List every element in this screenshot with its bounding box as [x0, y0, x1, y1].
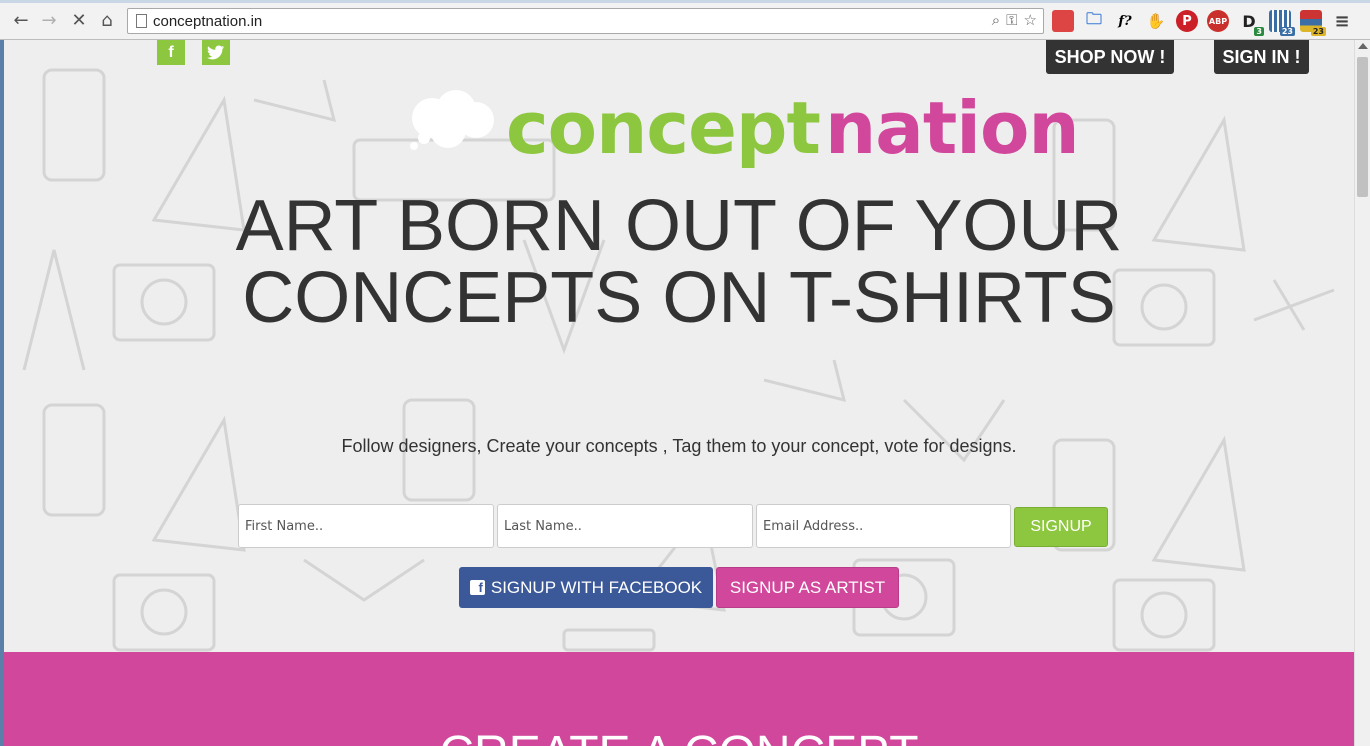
grid-badge: 23 — [1279, 27, 1295, 36]
tab-strip — [0, 0, 1370, 3]
pinterest-icon[interactable]: P — [1176, 10, 1198, 32]
d-icon[interactable]: D3 — [1238, 10, 1264, 36]
shop-now-button[interactable]: SHOP NOW ! — [1046, 40, 1174, 74]
home-icon[interactable]: ⌂ — [96, 9, 118, 31]
cloud-logo-icon — [410, 90, 494, 150]
hero-tagline: Follow designers, Create your concepts ,… — [341, 436, 1017, 456]
back-arrow-icon[interactable]: ← — [10, 9, 32, 31]
browser-toolbar: ← → ✕ ⌂ conceptnation.in ⌕ ⚿ ☆ 🗀 f? ✋ P … — [0, 0, 1370, 40]
adblock-icon[interactable]: ABP — [1207, 10, 1229, 32]
logo-word-nation: nation — [825, 86, 1080, 170]
extension-tab-icon[interactable]: 23 — [1300, 10, 1326, 36]
section-title: CREATE A CONCEPT — [4, 730, 1354, 746]
bookmarks-icon[interactable] — [1052, 10, 1074, 32]
page-scrollbar[interactable] — [1354, 40, 1370, 746]
sign-in-button[interactable]: SIGN IN ! — [1214, 40, 1309, 74]
last-name-field[interactable] — [497, 504, 753, 548]
extension-grid-icon[interactable]: 23 — [1269, 10, 1295, 36]
facebook-signup-label: SIGNUP WITH FACEBOOK — [490, 577, 703, 597]
hero-headline: ART BORN OUT OF YOUR CONCEPTS ON T-SHIRT… — [235, 186, 1123, 338]
facebook-icon[interactable]: f — [157, 40, 185, 65]
url-text[interactable]: conceptnation.in — [153, 13, 262, 30]
site-logo[interactable]: concept nation — [384, 80, 1080, 170]
forward-arrow-icon[interactable]: → — [38, 9, 60, 31]
font-icon[interactable]: f? — [1114, 10, 1136, 32]
email-field[interactable] — [756, 504, 1011, 548]
signup-button[interactable]: SIGNUP — [1014, 507, 1108, 547]
star-bookmark-icon[interactable]: ☆ — [1024, 11, 1037, 29]
menu-icon[interactable]: ≡ — [1331, 10, 1353, 32]
twitter-icon[interactable] — [202, 40, 230, 65]
first-name-field[interactable] — [238, 504, 494, 548]
facebook-logo-icon: f — [469, 580, 485, 595]
key-icon[interactable]: ⚿ — [1006, 11, 1017, 29]
scrollbar-thumb[interactable] — [1357, 57, 1368, 197]
scroll-up-arrow-icon[interactable] — [1358, 43, 1368, 49]
signup-with-facebook-button[interactable]: f SIGNUP WITH FACEBOOK — [459, 567, 713, 608]
page-icon — [136, 14, 147, 28]
folder-icon[interactable]: 🗀 — [1083, 9, 1105, 32]
signup-as-artist-button[interactable]: SIGNUP AS ARTIST — [716, 567, 899, 608]
logo-word-concept: concept — [506, 86, 821, 170]
tab-badge: 23 — [1310, 27, 1326, 36]
address-bar[interactable]: conceptnation.in ⌕ ⚿ ☆ — [127, 8, 1044, 34]
stop-loading-icon[interactable]: ✕ — [68, 9, 90, 31]
page: f SHOP NOW ! SIGN IN ! concept nation AR… — [4, 40, 1354, 746]
zoom-icon[interactable]: ⌕ — [992, 11, 1000, 29]
extensions-bar: 🗀 f? ✋ P ABP D3 23 23 ≡ — [1052, 8, 1353, 36]
create-concept-section: CREATE A CONCEPT — [4, 652, 1354, 746]
d-badge: 3 — [1254, 27, 1264, 36]
evernote-icon[interactable]: ✋ — [1145, 10, 1167, 32]
